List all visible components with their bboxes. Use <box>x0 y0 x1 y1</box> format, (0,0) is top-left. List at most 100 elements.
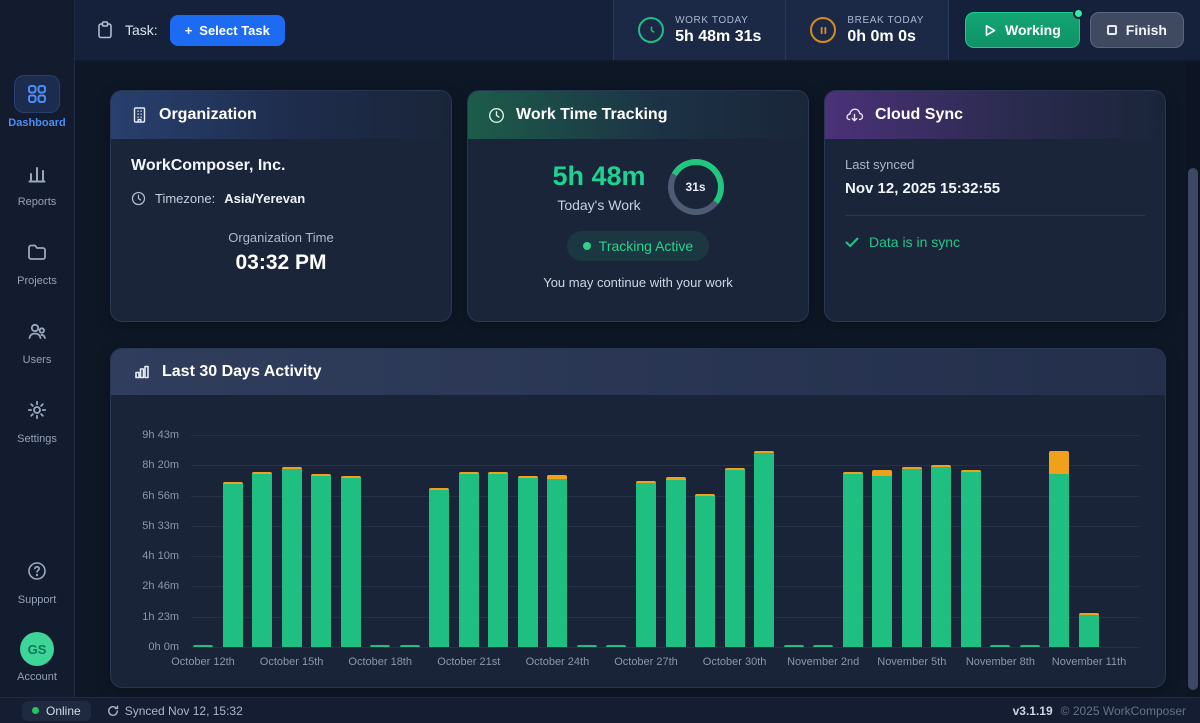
chart-bar[interactable] <box>252 472 272 647</box>
chart-plot: 9h 43m8h 20m6h 56m5h 33m4h 10m2h 46m1h 2… <box>191 435 1139 647</box>
chart-bar[interactable] <box>666 477 686 647</box>
chart-bar[interactable] <box>784 645 804 647</box>
status-dot <box>583 242 591 250</box>
bar-work-segment <box>1020 645 1040 647</box>
statusbar: Online Synced Nov 12, 15:32 v3.1.19 © 20… <box>0 697 1200 723</box>
x-axis-tick-label: November 5th <box>877 656 946 668</box>
chart-bar[interactable] <box>370 645 390 647</box>
building-icon <box>131 106 148 124</box>
stop-icon <box>1107 25 1117 35</box>
chart-bar[interactable] <box>931 465 951 647</box>
statusbar-right: v3.1.19 © 2025 WorkComposer <box>1013 704 1186 718</box>
working-label: Working <box>1005 22 1061 38</box>
y-axis-tick-label: 2h 46m <box>142 580 179 592</box>
finish-button[interactable]: Finish <box>1090 12 1184 48</box>
chart-bar[interactable] <box>990 645 1010 647</box>
x-axis-tick-label: October 24th <box>526 656 590 668</box>
organization-card-title: Organization <box>159 106 257 124</box>
chart-bar[interactable] <box>725 468 745 647</box>
sidebar-item-reports[interactable]: Reports <box>4 155 70 208</box>
bar-work-segment <box>666 480 686 647</box>
chart-bar[interactable] <box>902 467 922 647</box>
chart-bar[interactable] <box>282 467 302 647</box>
today-work-time: 5h 48m <box>552 161 645 192</box>
sidebar-item-projects[interactable]: Projects <box>4 234 70 287</box>
sidebar-item-dashboard[interactable]: Dashboard <box>4 76 70 129</box>
chart-bar[interactable] <box>459 472 479 647</box>
y-axis-tick-label: 9h 43m <box>142 429 179 441</box>
chart-bar[interactable] <box>961 470 981 647</box>
chart-bar[interactable] <box>636 481 656 647</box>
chart-bar[interactable] <box>606 645 626 647</box>
break-today-value: 0h 0m 0s <box>847 28 924 46</box>
bar-work-segment <box>931 467 951 647</box>
work-today-label: WORK TODAY <box>675 15 761 26</box>
bar-work-segment <box>1079 615 1099 647</box>
chart-bar[interactable] <box>193 645 213 647</box>
chart-bar[interactable] <box>1020 645 1040 647</box>
chart-bar[interactable] <box>843 472 863 647</box>
chart-bar[interactable] <box>400 645 420 647</box>
break-today-stat: BREAK TODAY 0h 0m 0s <box>785 0 948 60</box>
chart-x-axis: October 12thOctober 15thOctober 18thOcto… <box>191 656 1139 674</box>
copyright: © 2025 WorkComposer <box>1061 704 1186 718</box>
x-axis-tick-label: November 2nd <box>787 656 859 668</box>
chart-bar[interactable] <box>429 488 449 647</box>
sidebar-label: Reports <box>18 196 57 208</box>
cloud-sync-icon <box>845 107 864 124</box>
bar-work-segment <box>341 478 361 647</box>
select-task-button[interactable]: + Select Task <box>170 15 285 46</box>
bar-work-segment <box>429 490 449 647</box>
gear-icon <box>15 392 59 428</box>
bar-work-segment <box>1049 474 1069 647</box>
bar-work-segment <box>400 645 420 647</box>
chart-bar[interactable] <box>872 470 892 647</box>
work-time-tracking-card: Work Time Tracking 5h 48m Today's Work 3… <box>467 90 809 322</box>
timezone-value: Asia/Yerevan <box>224 191 305 206</box>
chart-bar[interactable] <box>754 451 774 647</box>
sidebar-label: Settings <box>17 433 57 445</box>
tracking-note: You may continue with your work <box>488 275 788 290</box>
divider <box>845 215 1145 216</box>
help-icon <box>15 553 59 589</box>
chart-bar[interactable] <box>341 476 361 647</box>
sidebar-item-account[interactable]: GS Account <box>4 632 70 683</box>
bar-work-segment <box>902 469 922 647</box>
chart-bar[interactable] <box>577 645 597 647</box>
sidebar-item-support[interactable]: Support <box>4 553 70 606</box>
sidebar-item-users[interactable]: Users <box>4 313 70 366</box>
bar-work-segment <box>606 645 626 647</box>
x-axis-tick-label: November 11th <box>1052 656 1126 668</box>
organization-card-header: Organization <box>111 91 451 139</box>
x-axis-tick-label: October 30th <box>703 656 767 668</box>
bar-work-segment <box>459 474 479 647</box>
chart-bar[interactable] <box>518 476 538 647</box>
main-content: Organization WorkComposer, Inc. Timezone… <box>75 62 1186 697</box>
plus-icon: + <box>185 23 193 38</box>
chart-bar[interactable] <box>488 472 508 647</box>
y-axis-tick-label: 4h 10m <box>142 550 179 562</box>
chart-bar[interactable] <box>1049 451 1069 647</box>
last-synced-label: Last synced <box>845 157 1145 172</box>
x-axis-tick-label: October 21st <box>437 656 500 668</box>
daily-stats: WORK TODAY 5h 48m 31s BREAK TODAY 0h 0m … <box>613 0 949 60</box>
bar-chart-icon <box>133 363 151 381</box>
chart-bars <box>193 435 1099 647</box>
chart-bar[interactable] <box>223 482 243 647</box>
sidebar-item-settings[interactable]: Settings <box>4 392 70 445</box>
sync-info: Synced Nov 12, 15:32 <box>107 704 243 718</box>
chart-bar[interactable] <box>547 475 567 647</box>
cloud-card-header: Cloud Sync <box>825 91 1165 139</box>
app-version: v3.1.19 <box>1013 704 1053 718</box>
sidebar: Dashboard Reports Projects <box>0 0 75 697</box>
scrollbar-thumb[interactable] <box>1188 168 1198 690</box>
reports-chart-icon <box>15 155 59 191</box>
chart-header: Last 30 Days Activity <box>111 349 1165 395</box>
bar-work-segment <box>695 496 715 647</box>
chart-bar[interactable] <box>1079 613 1099 647</box>
chart-bar[interactable] <box>311 474 331 647</box>
chart-bar[interactable] <box>695 494 715 647</box>
working-button[interactable]: Working <box>965 12 1080 48</box>
tracking-card-header: Work Time Tracking <box>468 91 808 139</box>
chart-bar[interactable] <box>813 645 833 647</box>
